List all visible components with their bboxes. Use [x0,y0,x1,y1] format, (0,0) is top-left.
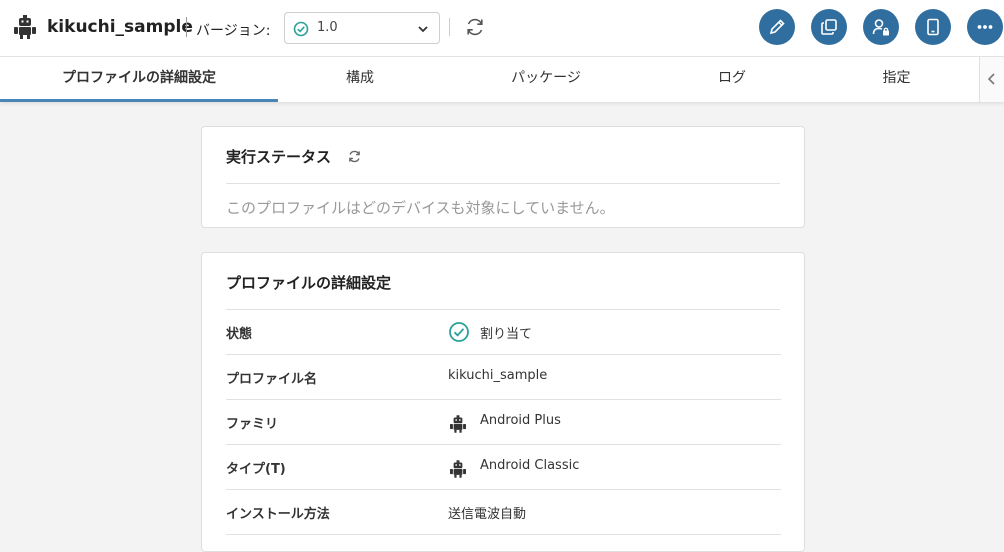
execution-status-title: 実行ステータス [226,148,332,166]
edit-button[interactable] [759,9,795,45]
tab-logs[interactable]: ログ [650,57,814,102]
execution-status-card: 実行ステータス このプロファイルはどのデバイスも対象にしていません。 [201,126,805,228]
detail-row-type: タイプ(T) Android Classic [226,445,781,490]
android-icon [450,460,466,478]
app-title: kikuchi_sample [47,17,193,37]
row-value: kikuchi_sample [448,368,548,383]
user-lock-icon [872,19,889,36]
refresh-icon[interactable] [347,149,362,164]
refresh-divider [449,18,450,36]
card-divider [226,183,780,184]
row-label: 状態 [226,327,253,342]
row-label: プロファイル名 [226,372,318,387]
detail-row-profile-name: プロファイル名 kikuchi_sample [226,355,781,400]
tab-configuration[interactable]: 構成 [278,57,442,102]
refresh-icon[interactable] [464,16,486,38]
empty-status-message: このプロファイルはどのデバイスも対象にしていません。 [226,199,615,217]
tablet-icon [927,18,939,36]
row-value: Android Classic [480,458,580,473]
version-select[interactable]: 1.0 [284,12,440,44]
user-lock-button[interactable] [863,9,899,45]
profile-details-title: プロファイルの詳細設定 [226,274,392,292]
row-label: インストール方法 [226,507,330,522]
version-label: バージョン: [196,23,271,39]
check-circle-icon [449,322,469,342]
tab-packages[interactable]: パッケージ [442,57,650,102]
top-bar: kikuchi_sample バージョン: 1.0 [0,0,1004,57]
version-value: 1.0 [317,20,338,35]
android-icon [14,15,36,39]
more-icon [977,25,993,29]
tab-bar: プロファイルの詳細設定 構成 パッケージ ログ 指定 [0,57,1004,102]
chevron-down-icon [418,26,428,33]
profile-details-card: プロファイルの詳細設定 状態 割り当て プロファイル名 kikuchi_samp… [201,252,805,552]
more-button[interactable] [967,9,1003,45]
title-divider [186,17,187,37]
row-value: 割り当て [480,327,533,342]
android-icon [450,415,466,433]
device-button[interactable] [915,9,951,45]
copy-button[interactable] [811,9,847,45]
detail-row-status: 状態 割り当て [226,310,781,355]
row-value: 送信電波自動 [448,507,527,522]
detail-row-install-method: インストール方法 送信電波自動 [226,490,781,535]
copy-icon [821,19,837,35]
check-circle-icon [293,21,309,37]
row-label: ファミリ [226,417,279,432]
row-value: Android Plus [480,413,561,428]
tab-scroll-left-button[interactable] [979,57,1004,102]
pencil-icon [769,19,785,35]
tab-assignment[interactable]: 指定 [814,57,979,102]
tab-profile-details[interactable]: プロファイルの詳細設定 [0,57,278,102]
chevron-left-icon [987,73,995,85]
detail-row-family: ファミリ Android Plus [226,400,781,445]
row-label: タイプ(T) [226,462,286,477]
